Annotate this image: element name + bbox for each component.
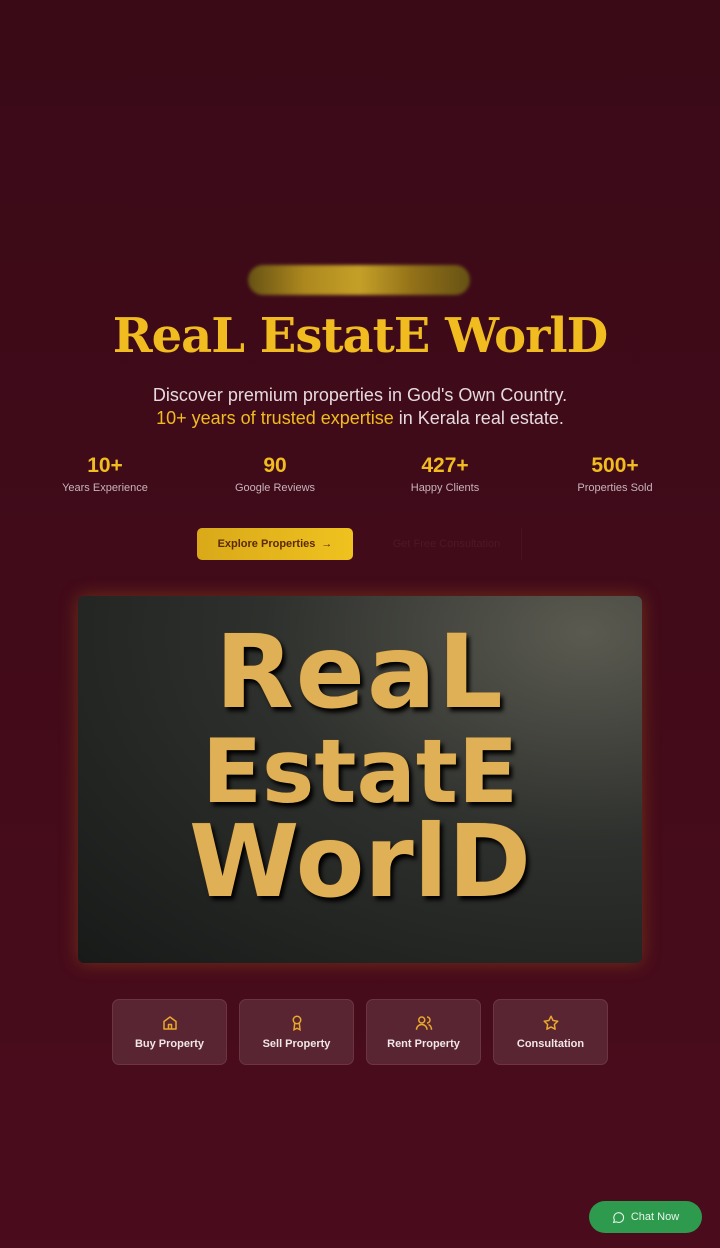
service-label: Rent Property [387,1038,460,1050]
service-buy-property[interactable]: Buy Property [112,999,227,1065]
stat-years: 10+ Years Experience [20,454,190,494]
stat-value: 427+ [421,454,469,477]
stat-sold: 500+ Properties Sold [530,454,700,494]
services-row: Buy Property Sell Property Rent Property… [112,999,608,1065]
hero-subtitle: Discover premium properties in God's Own… [0,384,720,430]
page-title: ReaL EstatE WorlD [112,308,609,364]
free-consultation-button[interactable]: Get Free Consultation [372,528,522,560]
stat-value: 10+ [87,454,123,477]
users-icon [415,1016,432,1030]
stat-label: Happy Clients [410,482,480,494]
arrow-right-icon: → [321,538,333,550]
service-label: Buy Property [134,1038,205,1050]
chat-label: Chat Now [630,1211,680,1223]
button-label: Get Free Consultation [392,538,501,550]
star-icon [543,1015,558,1030]
service-sell-property[interactable]: Sell Property [239,999,354,1065]
logo-image[interactable] [248,265,470,295]
stat-label: Years Experience [62,482,148,494]
logo-line: ReaL [215,613,505,732]
stat-label: Google Reviews [234,482,316,494]
service-label: Consultation [516,1038,585,1050]
service-rent-property[interactable]: Rent Property [366,999,481,1065]
hero-logo-image: ReaL EstatE WorlD [78,596,642,963]
logo-line: WorlD [188,803,532,920]
stat-clients: 427+ Happy Clients [360,454,530,494]
home-icon [162,1016,177,1030]
subtitle-rest: in Kerala real estate. [393,408,564,428]
explore-properties-button[interactable]: Explore Properties → [197,528,353,560]
whatsapp-icon [612,1211,624,1223]
stat-value: 90 [263,454,287,477]
stats-row: 10+ Years Experience 90 Google Reviews 427… [20,454,700,494]
stat-value: 500+ [591,454,639,477]
subtitle-line1: Discover premium properties in God's Own… [152,385,568,405]
award-icon [292,1015,301,1032]
stat-label: Properties Sold [577,482,653,494]
stat-reviews: 90 Google Reviews [190,454,360,494]
subtitle-highlight: 10+ years of trusted expertise [156,408,394,428]
service-consultation[interactable]: Consultation [493,999,608,1065]
button-label: Explore Properties [217,538,316,550]
service-label: Sell Property [262,1038,331,1050]
chat-now-button[interactable]: Chat Now [589,1201,702,1233]
